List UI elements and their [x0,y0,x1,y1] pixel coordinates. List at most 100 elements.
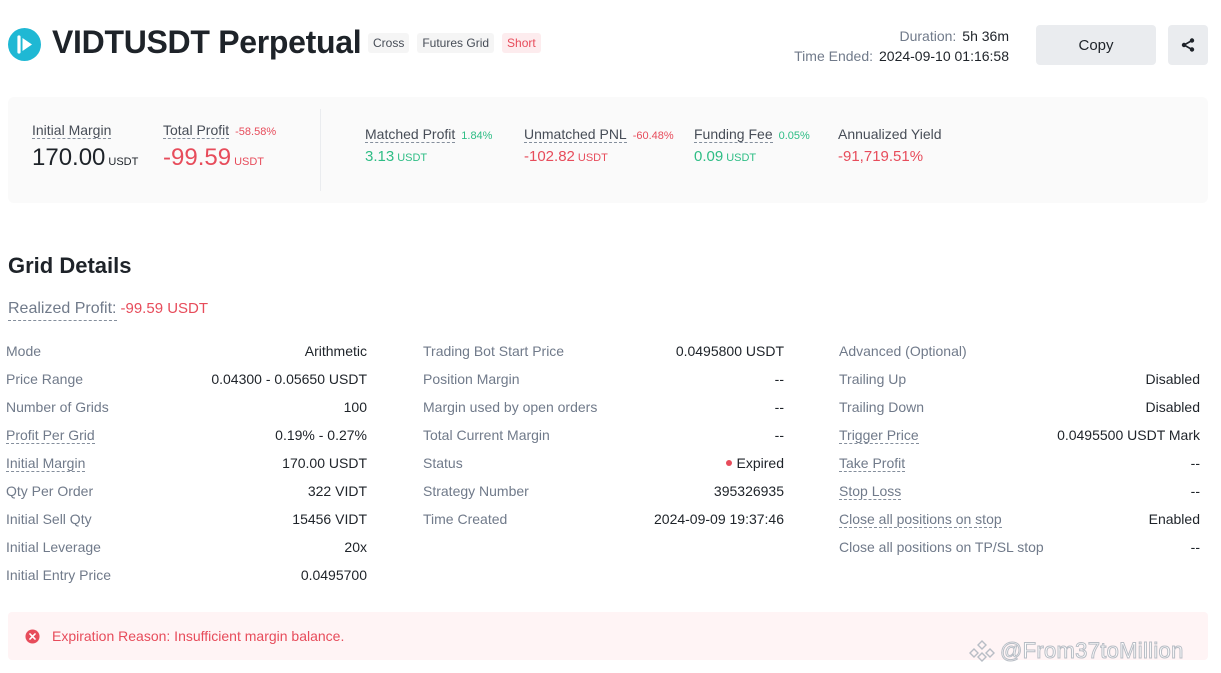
detail-label-tooltip[interactable]: Trigger Price [839,427,919,444]
detail-row-price-range: Price Range 0.04300 - 0.05650 USDT [6,365,367,393]
watermark: @From37toMillion [968,638,1184,664]
unmatched-pnl-pct: -60.48% [632,130,674,142]
summary-card: Initial Margin 170.00 USDT Total Profit -5… [8,97,1208,203]
detail-value: 0.0495800 USDT [675,343,784,359]
detail-label: Initial Leverage [6,539,101,555]
detail-value: Enabled [1148,511,1200,527]
detail-label: Time Created [423,511,508,527]
detail-row-trailing-down: Trailing Down Disabled [839,393,1200,421]
detail-row-initial-entry-price: Initial Entry Price 0.0495700 [6,561,367,589]
annualized-yield-value: -91,719.51% [838,148,924,165]
detail-label-tooltip[interactable]: Take Profit [839,455,906,472]
realized-profit-label[interactable]: Realized Profit: [8,300,117,321]
funding-fee-pct: 0.05% [778,130,810,142]
unmatched-pnl-label[interactable]: Unmatched PNL [524,126,627,143]
time-ended-label: Time Ended: [794,48,873,64]
funding-fee-value: 0.09 [694,148,724,165]
matched-profit-unit: USDT [397,152,428,164]
detail-row-position-margin: Position Margin -- [423,365,784,393]
time-ended-row: Time Ended: 2024-09-10 01:16:58 [794,46,1009,66]
detail-value: 0.0495700 [300,567,367,583]
stat-matched-profit: Matched Profit 1.84% 3.13 USDT [365,126,492,166]
detail-label-tooltip[interactable]: Initial Margin [6,455,86,472]
stat-funding-fee: Funding Fee 0.05% 0.09 USDT [694,126,810,166]
matched-profit-label[interactable]: Matched Profit [365,126,456,143]
detail-label: Trading Bot Start Price [423,343,565,359]
page-header: VIDTUSDT Perpetual Cross Futures Grid Sh… [0,0,1221,90]
detail-row-trigger-price: Trigger Price 0.0495500 USDT Mark [839,421,1200,449]
detail-value: 322 VIDT [307,483,367,499]
grid-details-title: Grid Details [8,253,132,278]
initial-margin-label[interactable]: Initial Margin [32,122,112,139]
detail-row-initial-leverage: Initial Leverage 20x [6,533,367,561]
detail-label: Status [423,455,463,471]
realized-profit: Realized Profit: -99.59 USDT [8,300,209,321]
duration-row: Duration: 5h 36m [794,26,1009,46]
error-circle-icon [25,628,40,644]
status-badge: Expired [725,455,784,471]
detail-row-stop-loss: Stop Loss -- [839,477,1200,505]
realized-profit-value: -99.59 USDT [120,300,209,317]
detail-row-advanced: Advanced (Optional) [839,337,1200,365]
detail-value: -- [774,371,784,387]
unmatched-pnl-unit: USDT [577,152,608,164]
detail-label: Position Margin [423,371,520,387]
stat-initial-margin: Initial Margin 170.00 USDT [32,122,138,172]
watermark-text: @From37toMillion [1000,638,1184,664]
unmatched-pnl-value: -102.82 [524,148,575,165]
detail-row-number-of-grids: Number of Grids 100 [6,393,367,421]
total-profit-value: -99.59 [163,144,232,171]
detail-value: 0.0495500 USDT Mark [1057,427,1200,443]
detail-label: Qty Per Order [6,483,94,499]
expiration-reason-text: Expiration Reason: Insufficient margin b… [52,628,345,644]
detail-value: 20x [344,539,367,555]
detail-value: -- [1190,539,1200,555]
total-profit-pct: -58.58% [235,126,277,138]
detail-label: Total Current Margin [423,427,550,443]
detail-row-qty-per-order: Qty Per Order 322 VIDT [6,477,367,505]
bot-meta: Duration: 5h 36m Time Ended: 2024-09-10 01… [794,26,1009,66]
details-column-2: Trading Bot Start Price 0.0495800 USDT Po… [423,337,784,533]
detail-row-time-created: Time Created 2024-09-09 19:37:46 [423,505,784,533]
detail-value: 15456 VIDT [292,511,367,527]
advanced-section-label: Advanced (Optional) [839,343,967,359]
total-profit-label[interactable]: Total Profit [163,122,230,139]
initial-margin-unit: USDT [108,156,139,168]
detail-label: Number of Grids [6,399,109,415]
detail-value: 0.04300 - 0.05650 USDT [211,371,367,387]
matched-profit-pct: 1.84% [461,130,493,142]
detail-label: Initial Sell Qty [6,511,92,527]
detail-label: Trailing Up [839,371,907,387]
detail-label: Strategy Number [423,483,529,499]
detail-label: Initial Entry Price [6,567,112,583]
detail-label: Price Range [6,371,84,387]
detail-row-initial-margin: Initial Margin 170.00 USDT [6,449,367,477]
details-column-3: Advanced (Optional) Trailing Up Disabled … [839,337,1200,561]
detail-value: Arithmetic [304,343,367,359]
detail-label: Close all positions on TP/SL stop [839,539,1044,555]
tag-bot-type: Futures Grid [417,33,495,53]
detail-row-status: Status Expired [423,449,784,477]
detail-row-start-price: Trading Bot Start Price 0.0495800 USDT [423,337,784,365]
share-button[interactable] [1168,25,1208,65]
detail-label-tooltip[interactable]: Close all positions on stop [839,511,1002,528]
annualized-yield-label: Annualized Yield [838,126,942,142]
funding-fee-unit: USDT [726,152,757,164]
detail-label-tooltip[interactable]: Profit Per Grid [6,427,95,444]
share-icon [1181,38,1195,52]
page-title: VIDTUSDT Perpetual [52,24,362,60]
stat-unmatched-pnl: Unmatched PNL -60.48% -102.82 USDT [524,126,674,166]
copy-button[interactable]: Copy [1036,25,1156,65]
detail-label: Margin used by open orders [423,399,598,415]
funding-fee-label[interactable]: Funding Fee [694,126,773,143]
detail-value: Disabled [1145,399,1200,415]
tag-margin-mode: Cross [368,33,410,53]
detail-row-profit-per-grid: Profit Per Grid 0.19% - 0.27% [6,421,367,449]
duration-label: Duration: [899,28,957,44]
detail-value: 100 [343,399,367,415]
detail-value: -- [1190,483,1200,499]
detail-label-tooltip[interactable]: Stop Loss [839,483,902,500]
detail-row-initial-sell-qty: Initial Sell Qty 15456 VIDT [6,505,367,533]
time-ended-value: 2024-09-10 01:16:58 [879,48,1009,64]
details-column-1: Mode Arithmetic Price Range 0.04300 - 0.05… [6,337,367,589]
